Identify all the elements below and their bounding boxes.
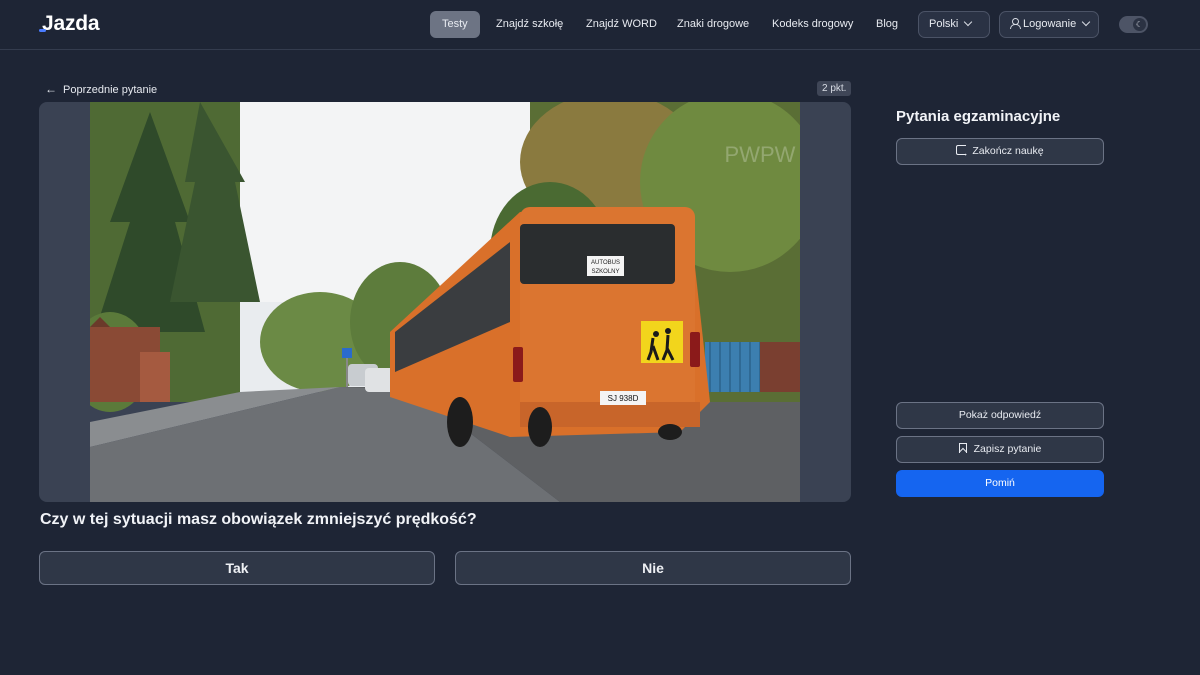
question-image-frame: AUTOBUS SZKOLNY SJ 938D PWPW <box>39 102 851 502</box>
save-question-button[interactable]: Zapisz pytanie <box>896 436 1104 463</box>
skip-button[interactable]: Pomiń <box>896 470 1104 497</box>
nav-blog[interactable]: Blog <box>864 11 910 38</box>
points-badge: 2 pkt. <box>817 81 852 96</box>
nav-road-signs[interactable]: Znaki drogowe <box>665 11 761 38</box>
save-question-label: Zapisz pytanie <box>973 443 1042 455</box>
answer-yes-button[interactable]: Tak <box>39 551 435 585</box>
top-navbar: Jazda Testy Znajdź szkołę Znajdź WORD Zn… <box>0 0 1200 50</box>
show-answer-button[interactable]: Pokaż odpowiedź <box>896 402 1104 429</box>
language-label: Polski <box>929 18 959 30</box>
license-plate: SJ 938D <box>608 394 639 403</box>
arrow-left-icon: ← <box>45 82 57 96</box>
nav-traffic-code[interactable]: Kodeks drogowy <box>760 11 865 38</box>
sidebar-title: Pytania egzaminacyjne <box>896 108 1061 125</box>
bookmark-icon <box>958 443 967 453</box>
log-out-icon <box>956 141 968 166</box>
theme-toggle[interactable]: ☾ <box>1119 16 1148 33</box>
chevron-down-icon <box>1081 17 1091 27</box>
bus-sign-line1: AUTOBUS <box>591 260 620 266</box>
question-text: Czy w tej sytuacji masz obowiązek zmniej… <box>40 511 477 528</box>
login-label: Logowanie <box>1023 18 1077 30</box>
nav-find-word[interactable]: Znajdź WORD <box>574 11 669 38</box>
nav-tests[interactable]: Testy <box>430 11 480 38</box>
login-dropdown[interactable]: Logowanie <box>999 11 1099 38</box>
chevron-down-icon <box>964 17 973 27</box>
answer-no-button[interactable]: Nie <box>455 551 851 585</box>
bus-sign-line2: SZKOLNY <box>591 269 619 275</box>
language-select[interactable]: Polski <box>918 11 990 38</box>
previous-question-link[interactable]: ← Poprzednie pytanie <box>45 82 157 96</box>
question-photo: AUTOBUS SZKOLNY SJ 938D PWPW <box>90 102 800 502</box>
finish-learning-label: Zakończ naukę <box>972 145 1044 157</box>
user-icon <box>1010 18 1021 29</box>
photo-watermark: PWPW <box>725 142 796 167</box>
finish-learning-button[interactable]: Zakończ naukę <box>896 138 1104 166</box>
school-bus-photo: AUTOBUS SZKOLNY SJ 938D PWPW <box>90 102 800 502</box>
previous-question-label: Poprzednie pytanie <box>63 84 158 96</box>
nav-find-school[interactable]: Znajdź szkołę <box>484 11 575 38</box>
moon-icon: ☾ <box>1133 18 1146 31</box>
site-logo[interactable]: Jazda <box>42 12 100 36</box>
